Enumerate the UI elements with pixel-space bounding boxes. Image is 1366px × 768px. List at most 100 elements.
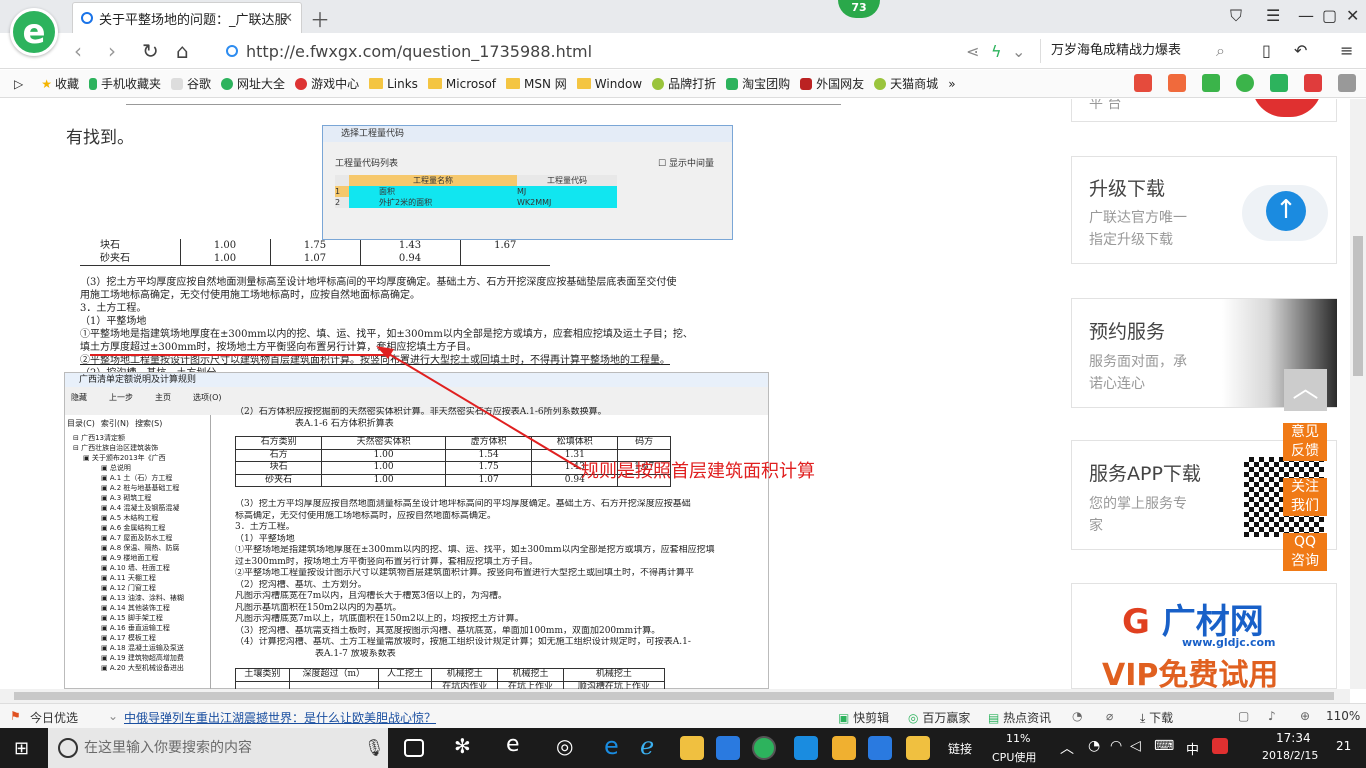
qq-consult-button[interactable]: QQ咨询 (1283, 533, 1327, 571)
help-tree-item[interactable]: ▣ A.3 砌筑工程 (73, 493, 210, 503)
zoom-level[interactable]: 110% (1326, 709, 1360, 723)
notification-badge[interactable]: 73 (838, 0, 880, 18)
show-mid-checkbox[interactable]: ☐ 显示中间量 (658, 156, 714, 169)
speed-icon[interactable]: ◔ (1072, 709, 1082, 723)
ie-icon[interactable]: e (506, 732, 530, 757)
ie-mode-icon[interactable]: ⌀ (1106, 709, 1113, 723)
bookmark-msn[interactable]: MSN 网 (506, 75, 567, 92)
app-help-icon[interactable] (906, 736, 930, 760)
more-menu-icon[interactable]: ≡ (1340, 41, 1353, 60)
app-g-icon[interactable] (716, 736, 740, 760)
help-tree-item[interactable]: ▣ A.18 混凝土运输及泵送 (73, 643, 210, 653)
scroll-thumb[interactable] (1353, 236, 1363, 376)
bookmark-brand[interactable]: 品牌打折 (652, 75, 716, 92)
help-tree-item[interactable]: ▣ A.8 保温、隔热、防腐 (73, 543, 210, 553)
undo-icon[interactable]: ↶ (1294, 41, 1307, 60)
hot-news-button[interactable]: ▤ 热点资讯 (988, 709, 1051, 726)
url-field[interactable]: http://e.fwxgx.com/question_1735988.html… (226, 39, 1036, 63)
discount-icon[interactable] (1168, 74, 1186, 92)
new-tab-button[interactable]: ＋ (310, 4, 330, 33)
notifications-count[interactable]: 21 (1336, 739, 1351, 753)
quick-edit-button[interactable]: ▣ 快剪辑 (838, 709, 889, 726)
minimize-button[interactable]: — (1298, 6, 1314, 25)
sound-icon[interactable]: ♪ (1268, 709, 1276, 723)
taskbar-search[interactable]: 在这里输入你要搜索的内容 (48, 728, 388, 768)
forward-icon[interactable]: › (108, 39, 116, 63)
file-explorer-icon[interactable] (680, 736, 704, 760)
ie-blue-icon[interactable]: ℯ (640, 732, 664, 760)
link-label[interactable]: 链接 (948, 740, 972, 757)
bookmark-windows[interactable]: Window (576, 77, 642, 91)
help-tree-item[interactable]: ▣ A.17 模板工程 (73, 633, 210, 643)
help-tree-item[interactable]: ▣ A.9 楼地面工程 (73, 553, 210, 563)
bookmark-microsoft[interactable]: Microsof (427, 77, 496, 91)
follow-us-button[interactable]: 关注我们 (1283, 478, 1327, 516)
bookmark-favorites[interactable]: ★ 收藏 (41, 75, 79, 92)
sogou-icon[interactable] (1212, 738, 1228, 754)
help-tree-item[interactable]: ▣ 关于颁布2013年《广西 (73, 453, 210, 463)
bookmark-hao[interactable]: 网址大全 (221, 75, 285, 92)
app-notes-icon[interactable] (832, 736, 856, 760)
help-tree-item[interactable]: ▣ A.14 其他装饰工程 (73, 603, 210, 613)
help-tree-item[interactable]: ▣ A.13 油漆、涂料、裱糊 (73, 593, 210, 603)
shirt-icon[interactable]: ⛉ (1230, 6, 1242, 26)
close-tab-icon[interactable]: ✕ (282, 11, 293, 26)
task-view-icon[interactable] (404, 739, 424, 757)
search-icon[interactable]: ⌕ (1216, 41, 1225, 61)
help-tree-item[interactable]: ⊟ 广西13清定额 (73, 433, 210, 443)
network-icon[interactable]: ◔ (1088, 738, 1100, 754)
ime-indicator[interactable]: 中 (1186, 739, 1199, 758)
sidebar-card-top[interactable]: 平 台 (1071, 99, 1337, 122)
vertical-scrollbar[interactable] (1350, 99, 1366, 689)
bookmark-foreign[interactable]: 外国网友 (800, 75, 864, 92)
extension-icon[interactable] (1134, 74, 1152, 92)
feedback-button[interactable]: 意见反馈 (1283, 423, 1327, 461)
shield-icon[interactable] (1270, 74, 1288, 92)
back-icon[interactable]: ‹ (74, 39, 82, 63)
yuan-icon[interactable] (1236, 74, 1254, 92)
clock-date[interactable]: 2018/2/15 (1262, 749, 1318, 762)
download-button[interactable]: ⤓ 下载 (1140, 709, 1173, 726)
back-to-top-icon[interactable]: ︿ (1284, 369, 1327, 411)
menu-icon[interactable]: ☰ (1266, 6, 1280, 25)
help-tree-item[interactable]: ▣ A.7 屋面及防水工程 (73, 533, 210, 543)
windows-start-icon[interactable]: ⊞ (14, 738, 29, 759)
swirl-icon[interactable]: ◎ (556, 734, 580, 758)
help-tree-item[interactable]: ▣ A.10 墙、柱面工程 (73, 563, 210, 573)
volume-icon[interactable]: ◁ (1130, 738, 1141, 754)
browser-360-icon[interactable] (752, 736, 776, 760)
help-tree-item[interactable]: ▣ A.5 木结构工程 (73, 513, 210, 523)
upgrade-download-card[interactable]: 升级下载 广联达官方唯一 指定升级下载 ↑ (1071, 156, 1337, 264)
fan-icon[interactable]: ✻ (454, 734, 478, 758)
bookmark-taobao[interactable]: 淘宝团购 (726, 75, 790, 92)
keyboard-icon[interactable]: ⌨ (1154, 738, 1174, 754)
microphone-icon[interactable]: 🎙 (364, 738, 384, 757)
lightning-icon[interactable]: ϟ (991, 42, 1002, 61)
app-plus-icon[interactable] (794, 736, 818, 760)
help-tree-item[interactable]: ▣ A.4 混凝土及钢筋混凝 (73, 503, 210, 513)
gldjc-ad-card[interactable]: G 广材网 www.gldjc.com VIP免费试用 (1071, 583, 1337, 689)
home-icon[interactable]: ⌂ (176, 39, 189, 63)
scissors-icon[interactable] (1304, 74, 1322, 92)
help-tree-item[interactable]: ▣ A.19 建筑物超高增加费 (73, 653, 210, 663)
help-tree-item[interactable]: ▣ A.11 天棚工程 (73, 573, 210, 583)
tab-active[interactable]: 关于平整场地的问题：_广联达服 ✕ (72, 2, 302, 33)
browser-logo-icon[interactable]: e (10, 8, 58, 56)
book-icon[interactable] (1202, 74, 1220, 92)
help-tree-item[interactable]: ▣ A.20 大型机械设备进出 (73, 663, 210, 673)
news-link[interactable]: 中俄导弹列车重出江湖震撼世界：是什么让欧美胆战心惊？ (124, 709, 436, 726)
bookmark-tmall[interactable]: 天猫商城 (874, 75, 938, 92)
app-ie-icon[interactable] (868, 736, 892, 760)
help-tree-item[interactable]: ▣ A.16 垂直运输工程 (73, 623, 210, 633)
help-tree-item[interactable]: ▣ A.15 脚手架工程 (73, 613, 210, 623)
phone-icon[interactable]: ▯ (1262, 41, 1271, 60)
share-icon[interactable]: ⋖ (966, 42, 979, 61)
bookmark-links[interactable]: Links (369, 77, 418, 91)
bookmark-mobile[interactable]: 手机收藏夹 (89, 75, 161, 92)
help-tree-item[interactable]: ▣ 总说明 (73, 463, 210, 473)
edge-icon[interactable]: e (604, 732, 628, 760)
bookmark-games[interactable]: 游戏中心 (295, 75, 359, 92)
help-tree-item[interactable]: ▣ A.1 土（石）方工程 (73, 473, 210, 483)
wifi-icon[interactable]: ◠ (1110, 738, 1122, 754)
help-tree-item[interactable]: ▣ A.2 桩与地基基础工程 (73, 483, 210, 493)
